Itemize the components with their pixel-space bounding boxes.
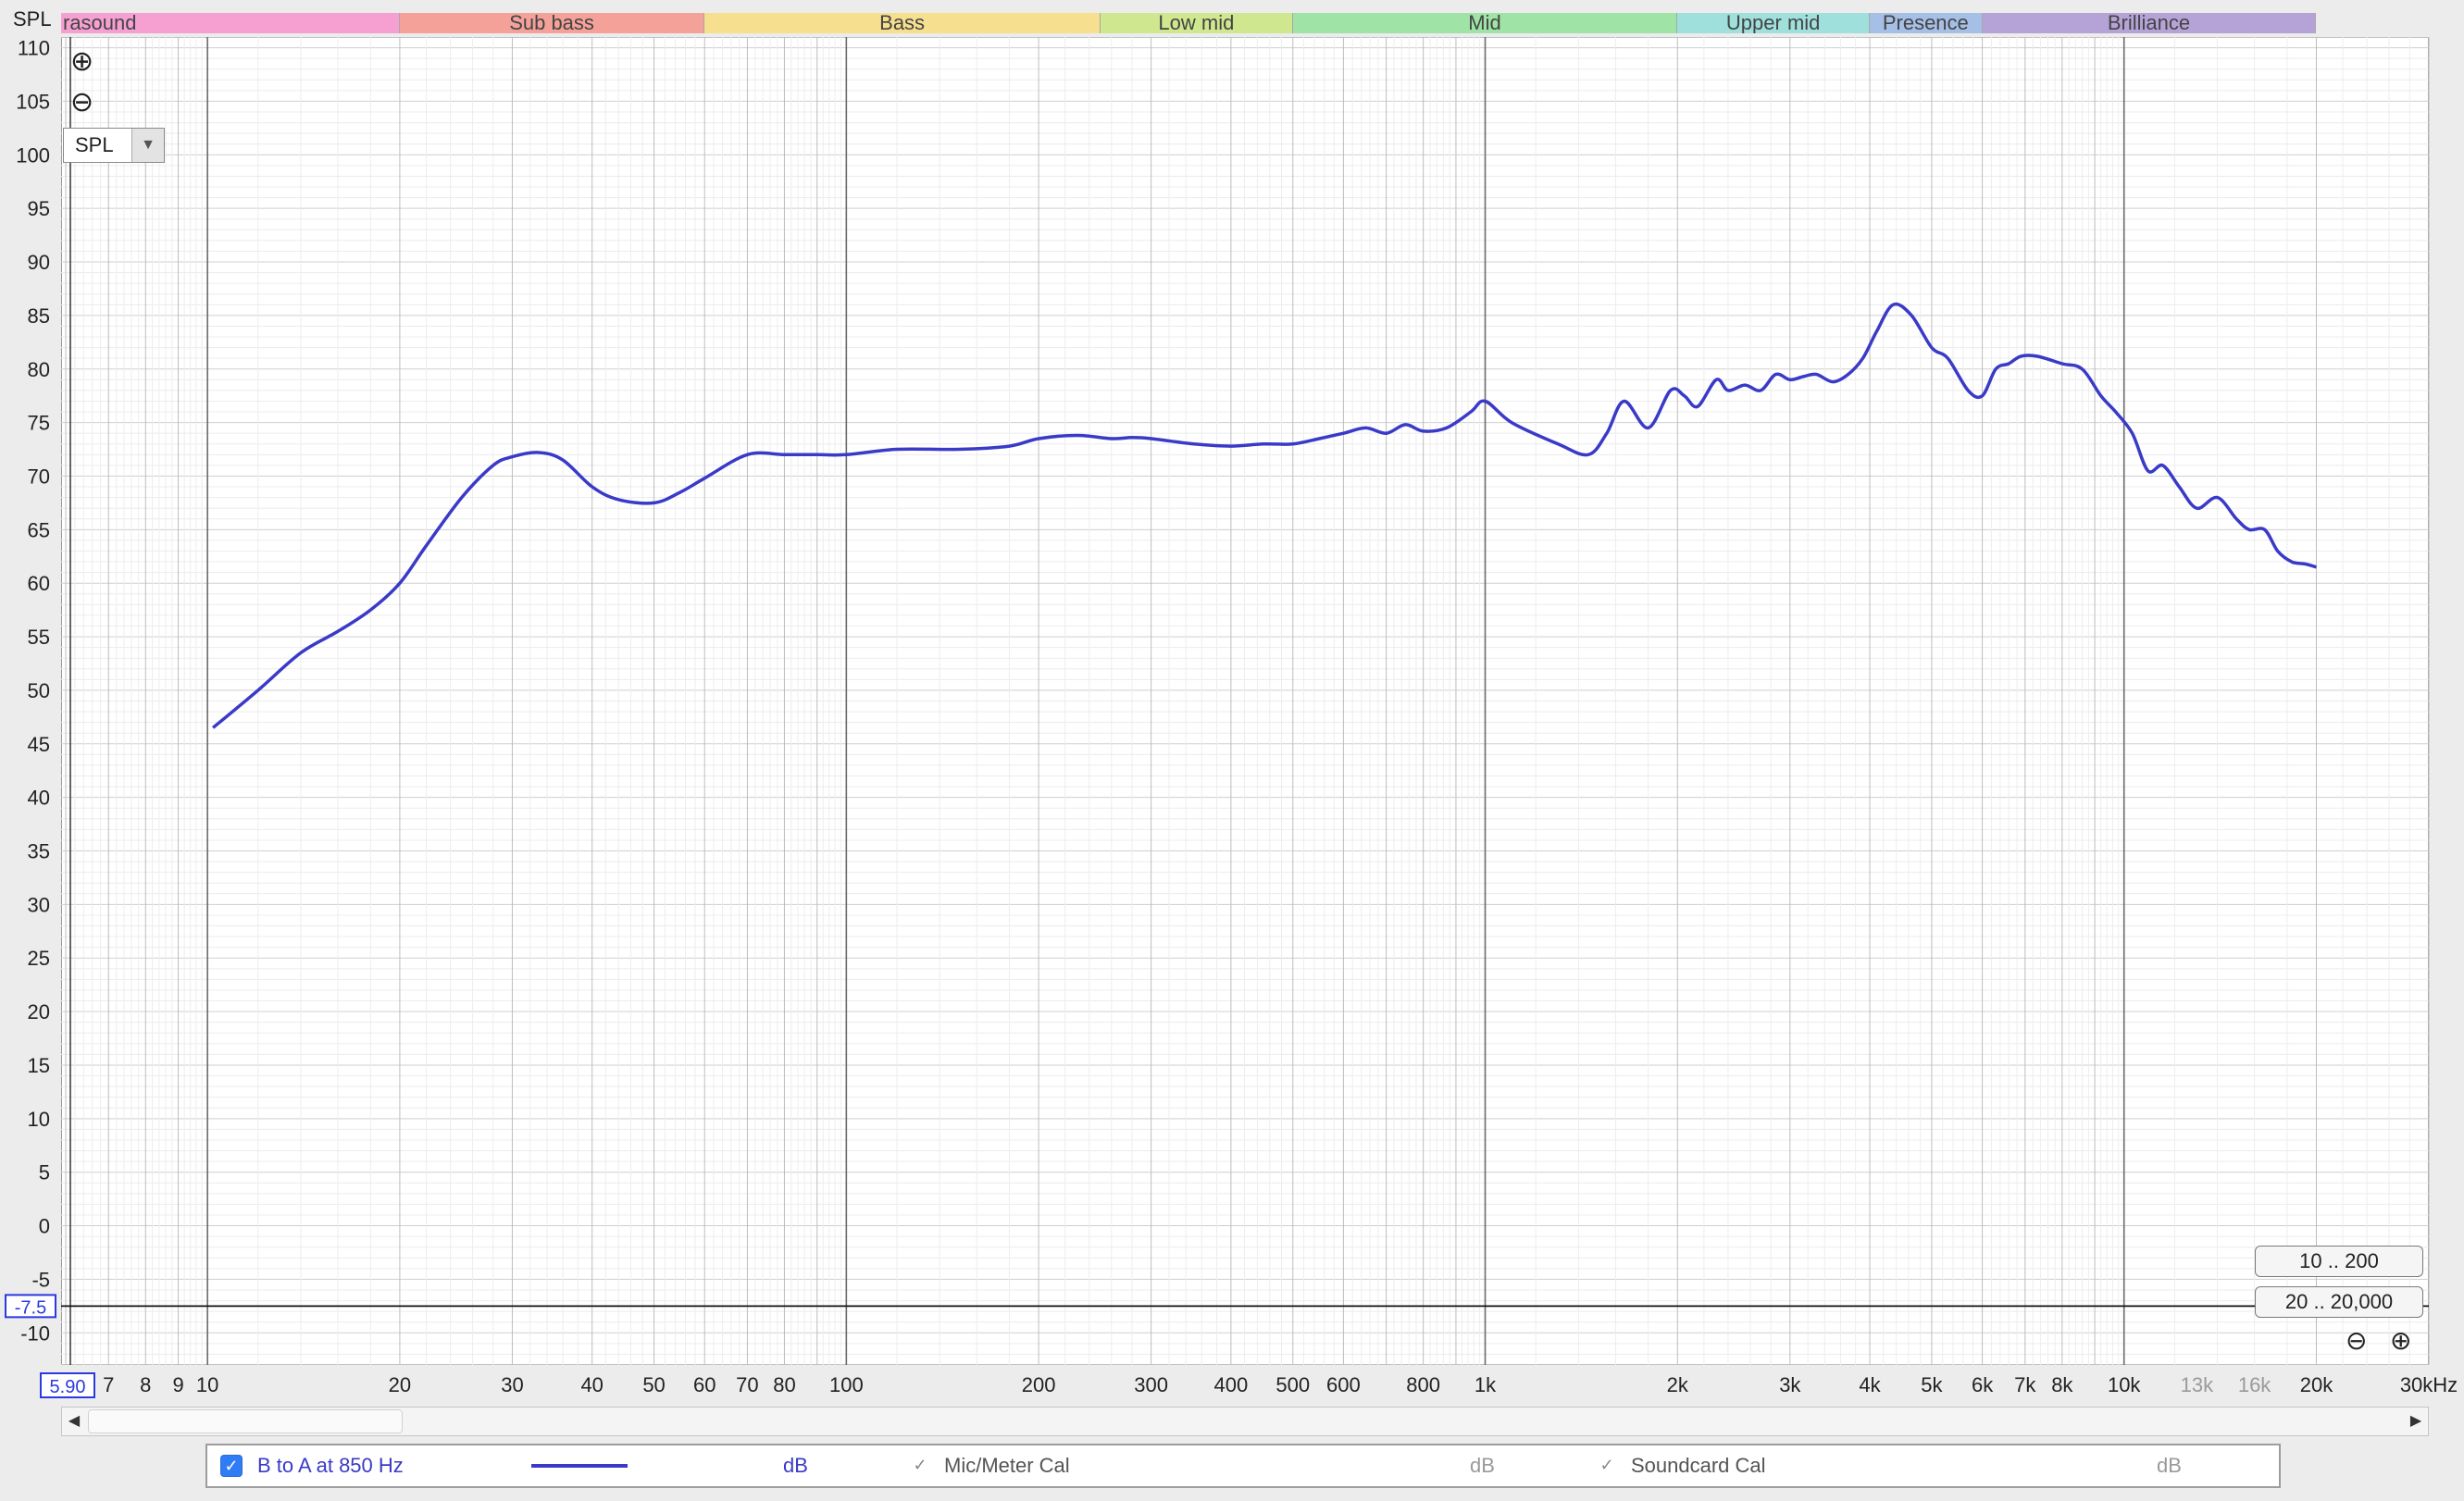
y-tick-label: 100 bbox=[16, 143, 50, 167]
y-tick-label: 40 bbox=[28, 787, 50, 810]
chart-area[interactable]: SPL rasound Sub bass Bass Low mid Mid Upper m… bbox=[0, 0, 2464, 1501]
x-tick-label: 5k bbox=[1921, 1373, 1943, 1396]
x-tick-label: 200 bbox=[1022, 1373, 1056, 1396]
y-tick-label: -5 bbox=[31, 1268, 50, 1291]
x-tick-label: 600 bbox=[1326, 1373, 1361, 1396]
y-tick-label: 60 bbox=[28, 572, 50, 595]
legend-bar: ✓ B to A at 850 Hz dB ✓ Mic/Meter Cal dB… bbox=[205, 1444, 2281, 1488]
y-tick-label: 95 bbox=[28, 197, 50, 220]
y-tick-label: 45 bbox=[28, 733, 50, 756]
x-tick-label: 500 bbox=[1276, 1373, 1310, 1396]
cursor-x-readout: 5.90 bbox=[50, 1377, 86, 1397]
y-tick-label: 105 bbox=[16, 90, 50, 113]
zoom-out-icon[interactable]: ⊖ bbox=[70, 89, 93, 117]
x-tick-label: 2k bbox=[1667, 1373, 1689, 1396]
y-tick-label: 55 bbox=[28, 626, 50, 649]
x-tick-label: 300 bbox=[1134, 1373, 1168, 1396]
mic-cal-unit: dB bbox=[1470, 1454, 1495, 1477]
x-tick-label: 4k bbox=[1859, 1373, 1881, 1396]
x-tick-label: 20k bbox=[2300, 1373, 2333, 1396]
x-tick-label: 20 bbox=[389, 1373, 411, 1396]
x-tick-label: 80 bbox=[773, 1373, 795, 1396]
x-tick-label: 10k bbox=[2108, 1373, 2141, 1396]
horizontal-scrollbar[interactable]: ◀ ▶ bbox=[61, 1407, 2429, 1436]
x-tick-label: 16k bbox=[2238, 1373, 2271, 1396]
soundcard-cal-checkbox[interactable]: ✓ bbox=[1596, 1455, 1618, 1477]
x-tick-label: 40 bbox=[580, 1373, 603, 1396]
y-tick-label: 15 bbox=[28, 1054, 50, 1077]
x-tick-label: 3k bbox=[1779, 1373, 1801, 1396]
y-tick-label: 85 bbox=[28, 304, 50, 328]
y-tick-label: 65 bbox=[28, 518, 50, 541]
x-tick-label: 60 bbox=[693, 1373, 716, 1396]
cursor-y-readout: -7.5 bbox=[15, 1297, 46, 1318]
series-line-swatch bbox=[531, 1464, 628, 1468]
x-tick-label: 400 bbox=[1214, 1373, 1249, 1396]
x-tick-label: 100 bbox=[829, 1373, 864, 1396]
x-tick-label: 7 bbox=[103, 1373, 114, 1396]
x-tick-label: 70 bbox=[736, 1373, 758, 1396]
scroll-left-icon[interactable]: ◀ bbox=[62, 1408, 86, 1435]
range-10-200-button[interactable]: 10 .. 200 bbox=[2255, 1246, 2423, 1277]
y-tick-label: 35 bbox=[28, 840, 50, 863]
x-tick-label: 13k bbox=[2181, 1373, 2214, 1396]
x-tick-label: 6k bbox=[1972, 1373, 1994, 1396]
x-tick-label: 800 bbox=[1406, 1373, 1440, 1396]
mic-cal-label: Mic/Meter Cal bbox=[944, 1454, 1070, 1477]
x-tick-label: 8 bbox=[140, 1373, 151, 1396]
x-zoom-out-icon[interactable]: ⊖ bbox=[2346, 1327, 2367, 1355]
mic-cal-checkbox[interactable]: ✓ bbox=[909, 1455, 931, 1477]
series-unit: dB bbox=[783, 1454, 808, 1477]
x-tick-label: 50 bbox=[642, 1373, 665, 1396]
range-20-20000-button[interactable]: 20 .. 20,000 bbox=[2255, 1286, 2423, 1318]
y-tick-label: 75 bbox=[28, 412, 50, 435]
series-checkbox[interactable]: ✓ bbox=[220, 1455, 243, 1477]
y-tick-label: 0 bbox=[39, 1215, 50, 1238]
y-tick-label: 30 bbox=[28, 893, 50, 916]
x-tick-label: 9 bbox=[172, 1373, 183, 1396]
x-zoom-in-icon[interactable]: ⊕ bbox=[2390, 1327, 2411, 1355]
x-tick-label: 30kHz bbox=[2400, 1373, 2458, 1396]
x-tick-label: 30 bbox=[501, 1373, 523, 1396]
y-tick-label: 5 bbox=[39, 1161, 50, 1185]
measure-select[interactable]: SPL ▼ bbox=[63, 128, 165, 163]
frequency-response-chart[interactable]: 1101051009590858075706560555045403530252… bbox=[0, 0, 2464, 1501]
y-tick-label: 80 bbox=[28, 358, 50, 381]
y-tick-label: 70 bbox=[28, 465, 50, 488]
x-tick-label: 1k bbox=[1475, 1373, 1497, 1396]
y-tick-label: 20 bbox=[28, 1000, 50, 1023]
scroll-right-icon[interactable]: ▶ bbox=[2404, 1408, 2428, 1435]
y-tick-label: 25 bbox=[28, 947, 50, 970]
soundcard-cal-unit: dB bbox=[2157, 1454, 2182, 1477]
series-label: B to A at 850 Hz bbox=[257, 1454, 404, 1477]
soundcard-cal-label: Soundcard Cal bbox=[1631, 1454, 1766, 1477]
y-tick-label: 10 bbox=[28, 1108, 50, 1131]
scroll-thumb[interactable] bbox=[88, 1409, 403, 1433]
y-tick-label: 50 bbox=[28, 679, 50, 702]
x-tick-label: 8k bbox=[2051, 1373, 2073, 1396]
zoom-in-icon[interactable]: ⊕ bbox=[70, 48, 93, 76]
series-line bbox=[211, 302, 2317, 729]
y-tick-label: 110 bbox=[18, 37, 50, 60]
y-tick-label: -10 bbox=[20, 1321, 50, 1345]
measure-select-value: SPL bbox=[75, 133, 114, 156]
x-tick-label: 7k bbox=[2014, 1373, 2036, 1396]
dropdown-arrow-icon[interactable]: ▼ bbox=[131, 129, 164, 162]
x-tick-label: 10 bbox=[196, 1373, 218, 1396]
y-tick-label: 90 bbox=[28, 251, 50, 274]
